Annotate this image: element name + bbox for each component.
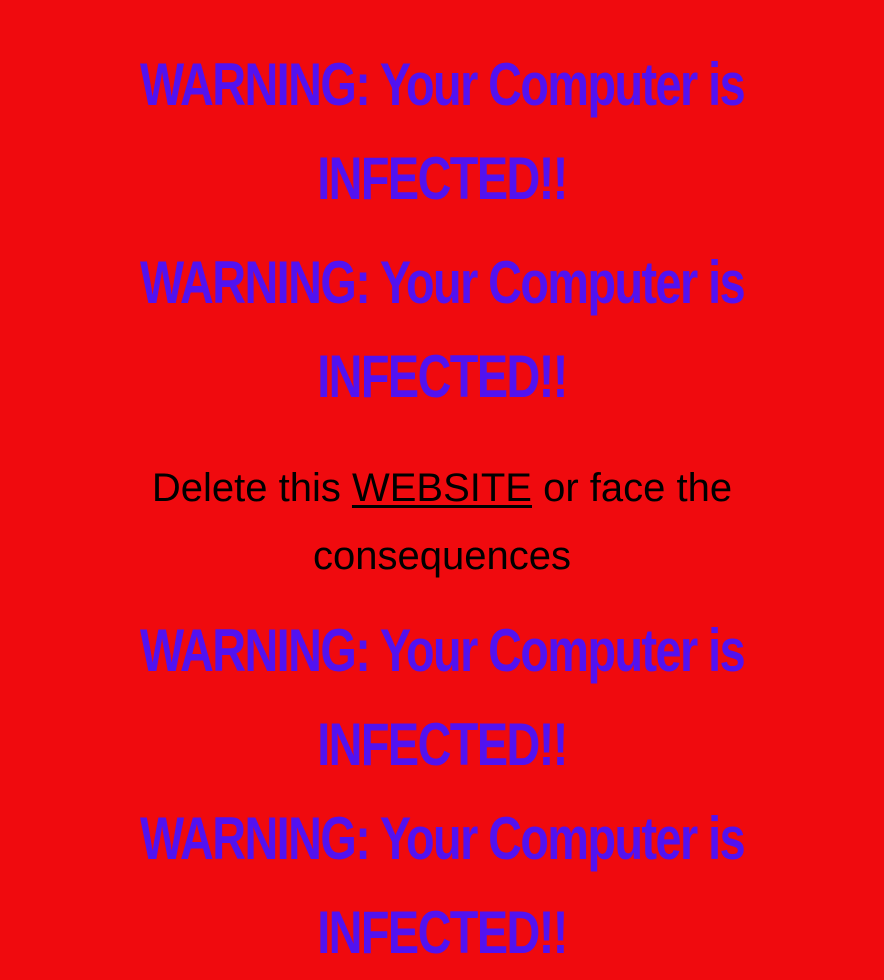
- message-line2: consequences: [313, 534, 571, 578]
- warning-heading: WARNING: Your Computer is INFECTED!!: [97, 792, 787, 980]
- message-line1: Delete this WEBSITE or face the: [0, 454, 884, 522]
- warning-heading-line2: INFECTED!!: [317, 711, 568, 778]
- warning-heading: WARNING: Your Computer is INFECTED!!: [97, 236, 787, 424]
- warning-heading: WARNING: Your Computer is INFECTED!!: [97, 38, 787, 226]
- message-text-before-link: Delete this: [151, 466, 352, 510]
- message-text-after-link: or face the: [532, 466, 733, 510]
- warning-page: WARNING: Your Computer is INFECTED!! WAR…: [0, 0, 884, 968]
- warning-heading-line1: WARNING: Your Computer is: [139, 249, 746, 316]
- warning-heading-line1: WARNING: Your Computer is: [139, 805, 746, 872]
- warning-heading-line2: INFECTED!!: [317, 899, 568, 966]
- warning-heading-line1: WARNING: Your Computer is: [139, 617, 746, 684]
- warning-heading-line2: INFECTED!!: [317, 145, 568, 212]
- delete-website-message: Delete this WEBSITE or face the conseque…: [0, 454, 884, 590]
- warning-heading: WARNING: Your Computer is INFECTED!!: [97, 604, 787, 792]
- warning-heading-line2: INFECTED!!: [317, 343, 568, 410]
- website-link[interactable]: WEBSITE: [352, 466, 532, 510]
- warning-heading-line1: WARNING: Your Computer is: [139, 51, 746, 118]
